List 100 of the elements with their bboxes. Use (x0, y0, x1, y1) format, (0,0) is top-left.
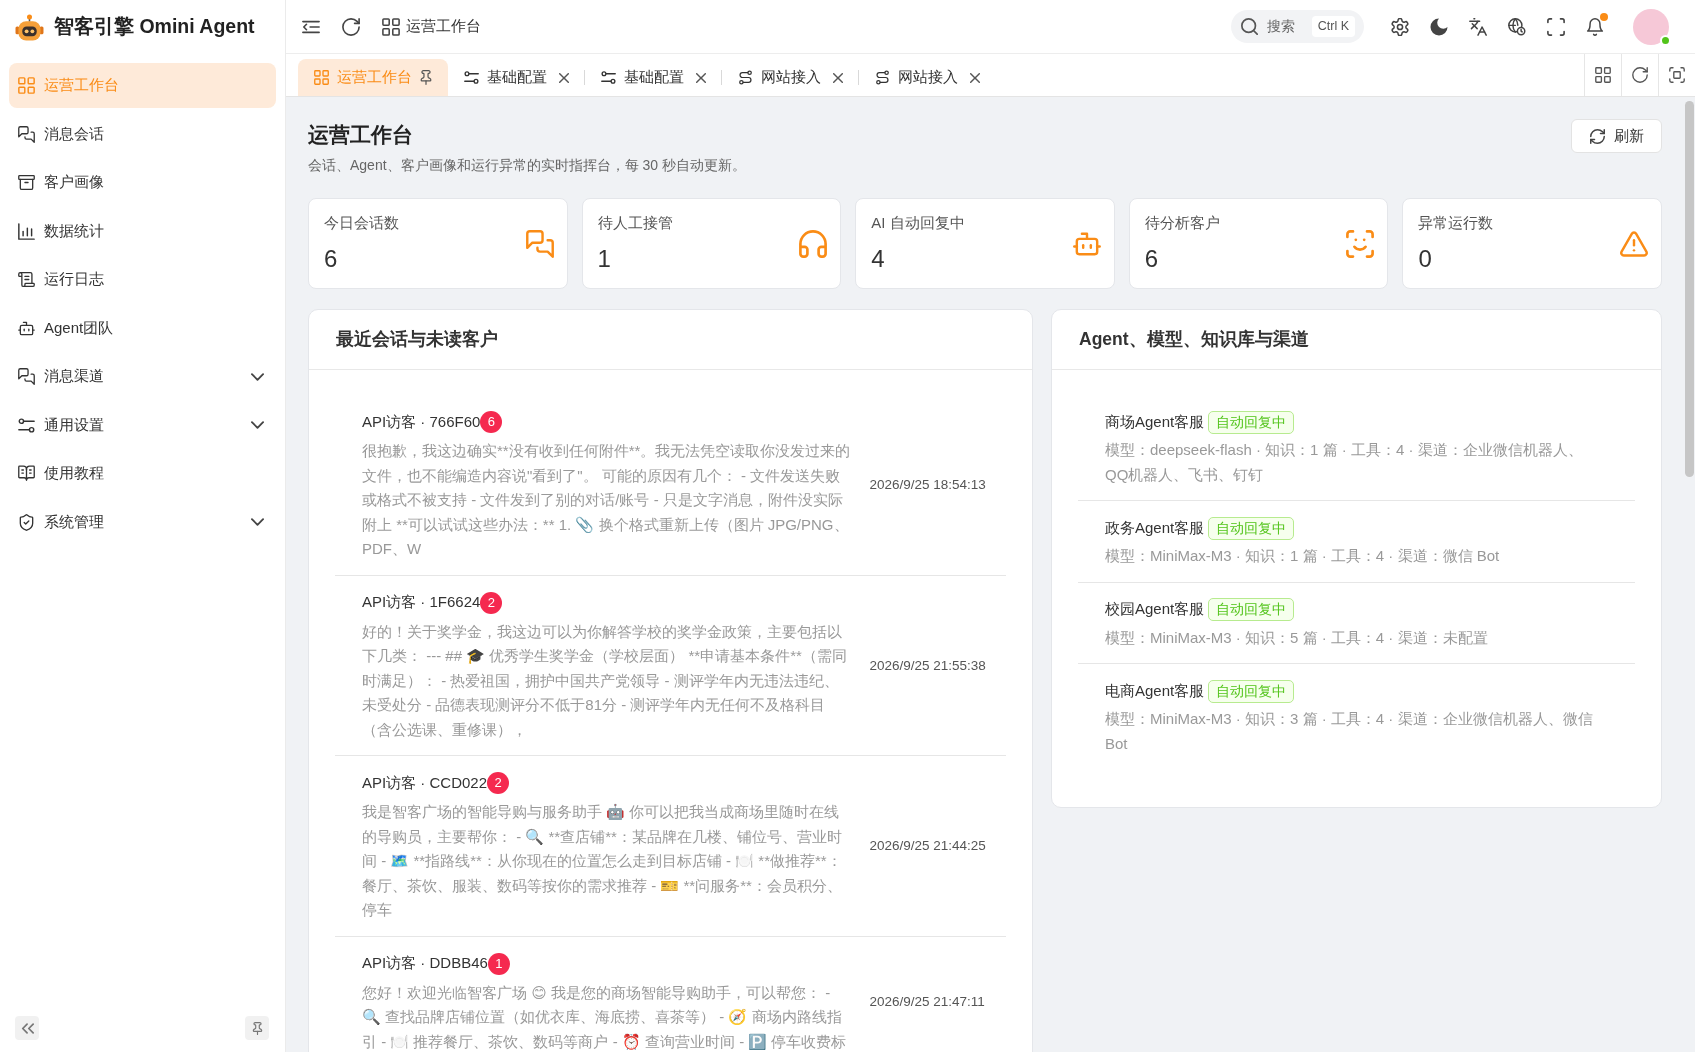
sidebar-item[interactable]: 系统管理 (9, 499, 276, 545)
visitor-name: API访客 · DDBB46 (362, 953, 488, 974)
message-time: 2026/9/25 21:44:25 (869, 837, 986, 856)
frame-corners-icon[interactable] (1669, 67, 1685, 83)
agent-name: 校园Agent客服 (1105, 599, 1205, 620)
grid-icon (314, 70, 329, 85)
sidebar-item[interactable]: 通用设置 (9, 402, 276, 448)
conversation-item[interactable]: API访客 · CCD022 2 我是智客广场的智能导购与服务助手 🤖 你可以把我当成商场里随时在线的导购员，主要帮你： - 🔍 **查店铺**：某品牌在几楼、铺位号、营业时间 - 🗺 **指路线**：从你现在的位置怎么走到目标店铺 - 🍽 **做推荐**：餐厅、茶饮、服装、数码等按你的需求推荐 - 🎫 **问服务**：会员积分、停车 2026/9/25 21:44:25 (335, 756, 1006, 937)
grid-icon[interactable] (1595, 67, 1611, 83)
message-preview: 您好！欢迎光临智客广场 😊 我是您的商场智能导购助手，可以帮您： - 🔍 查找品牌店铺位置（如优衣库、海底捞、喜茶等） - 🧭 商场内路线指引 - 🍽 推荐餐厅、茶饮、数码等商户 - ⏰ 查询营业时间 - 🅿 停车收费标 (362, 982, 848, 1052)
chat-bubbles-icon (525, 230, 554, 258)
close-icon[interactable] (559, 72, 569, 83)
page-tab[interactable]: 网站接入 (859, 59, 996, 96)
agent-status: 自动回复中 (1208, 516, 1295, 540)
message-preview: 好的！关于奖学金，我这边可以为你解答学校的奖学金政策，主要包括以下几类： --- ## 🎓 优秀学生奖学金（学校层面） **申请基本条件**（需同时满足）： - 热爱祖国，拥护中国共产党领导 - 测评学年内无违法违纪、未受处分 - 品德表现测评分不低于81分 - 测评学年内无任何不及格科目（含公选课、重修课）， (362, 621, 848, 740)
sidebar-item[interactable]: 数据统计 (9, 208, 276, 254)
visitor-name: API访客 · 1F6624 (362, 592, 481, 613)
message-preview: 很抱歉，我这边确实**没有收到任何附件**。我无法凭空读取你没发过来的文件，也不能编造内容说"看到了"。 可能的原因有几个： - 文件发送失败或格式不被支持 - 文件发到了别的对话/账号 - 只是文字消息，附件没实际附上 **可以试试这些办法：** 1. 📎 换个格式重新上传（图片 JPG/PNG、PDF、W (362, 441, 851, 559)
globe-clock-icon[interactable] (1508, 17, 1526, 36)
conversation-item[interactable]: API访客 · 766F60 6 很抱歉，我这边确实**没有收到任何附件**。我无法凭空读取你没发过来的文件，也不能编造内容说"看到了"。 可能的原因有几个： - 文件发送失败或格式不被支持 - 文件发到了别的对话/账号 - 只是文字消息，附件没实际附上 **可以试试这些办法：** 1. 📎 换个格式重新上传（图片 JPG/PNG、PDF、W 2026/9/25 18:54:13 (335, 395, 1006, 576)
visitor-name: API访客 · CCD022 (362, 772, 488, 793)
open-book-icon (18, 465, 35, 482)
stat-label: 今日会话数 (324, 213, 399, 233)
search-icon (1241, 18, 1258, 35)
agent-details: 模型：MiniMax-M3 · 知识：5 篇 · 工具：4 · 渠道：未配置 (1105, 627, 1489, 648)
agent-name: 商场Agent客服 (1105, 411, 1205, 432)
moon-icon[interactable] (1430, 17, 1448, 36)
agent-item[interactable]: 政务Agent客服 自动回复中 模型：MiniMax-M3 · 知识：1 篇 · 工具：4 · 渠道：微信 Bot (1078, 501, 1635, 583)
message-time: 2026/9/25 21:55:38 (869, 656, 986, 675)
fullscreen-icon[interactable] (1547, 17, 1565, 36)
unread-count: 2 (480, 591, 503, 614)
robot-logo-icon (15, 13, 44, 41)
conversation-item[interactable]: API访客 · 1F6624 2 好的！关于奖学金，我这边可以为你解答学校的奖学金政策，主要包括以下几类： --- ## 🎓 优秀学生奖学金（学校层面） **申请基本条件**（需同时满足）： - 热爱祖国，拥护中国共产党领导 - 测评学年内无违法违纪、未受处分 - 品德表现测评分不低于81分 - 测评学年内无任何不及格科目（含公选课、重修课）， 2026/9/25 21:55:38 (335, 575, 1006, 756)
collapse-sidebar-button[interactable] (15, 1016, 39, 1040)
shield-check-icon (18, 513, 35, 531)
close-icon[interactable] (833, 72, 843, 83)
sidebar-item[interactable]: 消息渠道 (9, 354, 276, 399)
headphones-icon (799, 230, 828, 258)
warning-icon (1620, 230, 1648, 258)
notification-bell-icon[interactable] (1586, 17, 1604, 36)
stat-value: 0 (1418, 244, 1433, 274)
app-title: 智客引擎 Omini Agent (54, 14, 255, 40)
scroll-icon (18, 271, 35, 288)
refresh-icon[interactable] (342, 17, 360, 36)
page-tab[interactable]: 网站接入 (722, 59, 859, 96)
stat-label: 异常运行数 (1418, 213, 1494, 233)
chevron-down-icon[interactable] (251, 518, 264, 526)
panel-title: 最近会话与未读客户 (336, 328, 498, 352)
chevron-down-icon[interactable] (251, 421, 264, 429)
robot-icon (18, 319, 35, 337)
pin-icon[interactable] (420, 70, 432, 85)
archive-box-icon (18, 174, 35, 191)
agent-item[interactable]: 校园Agent客服 自动回复中 模型：MiniMax-M3 · 知识：5 篇 · 工具：4 · 渠道：未配置 (1078, 582, 1635, 664)
page-tab[interactable]: 基础配置 (585, 59, 722, 96)
stat-label: AI 自动回复中 (871, 213, 965, 233)
message-time: 2026/9/25 18:54:13 (869, 476, 986, 495)
sidebar-item[interactable]: 消息会话 (9, 111, 276, 157)
shortcut-key: Ctrl K (1311, 16, 1355, 37)
agent-item[interactable]: 电商Agent客服 自动回复中 模型：MiniMax-M3 · 知识：3 篇 · 工具：4 · 渠道：企业微信机器人、微信 Bot (1078, 664, 1635, 769)
sidebar-item[interactable]: Agent团队 (9, 305, 276, 351)
face-scan-icon (1346, 230, 1375, 258)
route-icon (738, 70, 753, 85)
unread-count: 2 (487, 772, 510, 794)
grid-icon (382, 17, 400, 36)
double-chevron-left-icon (20, 1021, 34, 1035)
grid-icon (18, 77, 35, 94)
panel-title: Agent、模型、知识库与渠道 (1079, 328, 1309, 352)
pin-sidebar-button[interactable] (245, 1016, 269, 1040)
close-icon[interactable] (696, 72, 706, 83)
conversation-item[interactable]: API访客 · DDBB46 1 您好！欢迎光临智客广场 😊 我是您的商场智能导购助手，可以帮您： - 🔍 查找品牌店铺位置（如优衣库、海底捞、喜茶等） - 🧭 商场内路线指引 - 🍽 推荐餐厅、茶饮、数码等商户 - ⏰ 查询营业时间 - 🅿 停车收费标 2026/9/25 21:47:11 (335, 936, 1006, 1052)
refresh-button[interactable]: 刷新 (1571, 119, 1662, 153)
agent-status: 自动回复中 (1208, 410, 1295, 434)
close-icon[interactable] (970, 72, 980, 83)
unread-count: 1 (487, 952, 510, 975)
page-title: 运营工作台 (308, 122, 414, 148)
agent-item[interactable]: 商场Agent客服 自动回复中 模型：deepseek-flash · 知识：1 篇 · 工具：4 · 渠道：企业微信机器人、QQ机器人、飞书、钉钉 (1078, 395, 1635, 501)
page-tab[interactable]: 基础配置 (448, 59, 585, 96)
scrollbar-thumb[interactable] (1685, 101, 1694, 477)
stat-value: 1 (597, 244, 612, 274)
breadcrumb-current: 运营工作台 (406, 16, 481, 37)
page-subtitle: 会话、Agent、客户画像和运行异常的实时指挥台，每 30 秒自动更新。 (308, 156, 746, 175)
stat-value: 4 (871, 244, 886, 274)
settings-icon[interactable] (1391, 17, 1409, 36)
agent-details: 模型：MiniMax-M3 · 知识：1 篇 · 工具：4 · 渠道：微信 Bot (1105, 546, 1501, 566)
agent-name: 政务Agent客服 (1105, 517, 1205, 538)
stat-label: 待人工接管 (597, 213, 673, 233)
sidebar-item[interactable]: 运行日志 (9, 257, 276, 302)
robot-icon (1072, 230, 1101, 258)
sidebar-item[interactable]: 客户画像 (9, 160, 276, 205)
route-icon (875, 70, 890, 85)
refresh-icon (1589, 128, 1605, 144)
message-time: 2026/9/25 21:47:11 (869, 993, 985, 1012)
sidebar-item[interactable]: 使用教程 (9, 451, 276, 496)
translate-icon[interactable] (1469, 17, 1487, 36)
agent-details: 模型：deepseek-flash · 知识：1 篇 · 工具：4 · 渠道：企业微信机器人、QQ机器人、飞书、钉钉 (1105, 440, 1584, 485)
chevron-down-icon[interactable] (251, 372, 264, 381)
stat-value: 6 (324, 244, 339, 274)
search-button[interactable]: 搜索 Ctrl K (1231, 10, 1364, 43)
agent-name: 电商Agent客服 (1105, 680, 1205, 701)
refresh-icon[interactable] (1632, 67, 1648, 83)
